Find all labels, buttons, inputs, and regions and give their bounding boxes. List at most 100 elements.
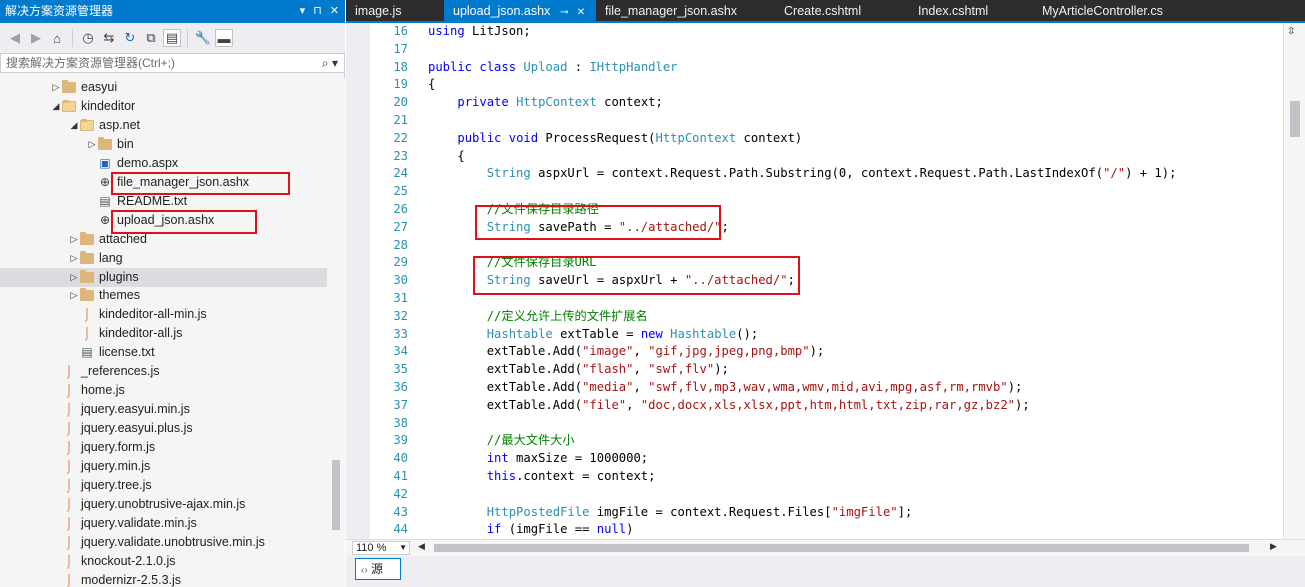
tree-item[interactable]: ▤ license.txt	[68, 343, 154, 362]
horizontal-scrollbar-thumb[interactable]	[434, 544, 1249, 552]
js-file-icon: ⌡	[65, 534, 73, 549]
tree-item[interactable]: ⌡ kindeditor-all-min.js	[68, 305, 206, 324]
scrollbar-thumb[interactable]	[332, 460, 340, 530]
forward-icon[interactable]: ▶	[27, 29, 45, 47]
refresh-icon[interactable]: ↻	[121, 29, 139, 47]
code-line[interactable]: public void ProcessRequest(HttpContext c…	[428, 130, 1283, 148]
scroll-left-icon[interactable]: ◀	[418, 541, 425, 552]
tree-item[interactable]: ⌡ modernizr-2.5.3.js	[50, 571, 181, 587]
tab-index-cshtml[interactable]: Index.cshtml	[878, 0, 998, 23]
tree-scrollbar[interactable]	[327, 78, 345, 587]
tree-item[interactable]: ⌡ jquery.easyui.plus.js	[50, 419, 192, 438]
tree-item-label: knockout-2.1.0.js	[81, 553, 176, 568]
code-line[interactable]	[428, 415, 1283, 433]
tree-item[interactable]: ⌡ jquery.unobtrusive-ajax.min.js	[50, 495, 245, 514]
expand-arrow-icon[interactable]: ▷	[50, 78, 62, 97]
tab-label: upload_json.ashx	[453, 4, 551, 18]
tree-item[interactable]: ⌡ kindeditor-all.js	[68, 324, 182, 343]
show-all-files-icon[interactable]: ▤	[163, 29, 181, 47]
tab-label: MyArticleController.cs	[1042, 4, 1163, 18]
code-line[interactable]: using LitJson;	[428, 23, 1283, 41]
tree-item[interactable]: ⌡ jquery.tree.js	[50, 476, 151, 495]
expand-arrow-icon[interactable]: ▷	[68, 286, 80, 305]
code-line[interactable]: public class Upload : IHttpHandler	[428, 59, 1283, 77]
code-line[interactable]: {	[428, 76, 1283, 94]
split-icon[interactable]: ⇳	[1287, 26, 1295, 37]
tree-item[interactable]: ⌡ jquery.form.js	[50, 438, 155, 457]
code-line[interactable]: if (imgFile == null)	[428, 521, 1283, 539]
preview-icon[interactable]: ▬	[215, 29, 233, 47]
close-tab-icon[interactable]: ✕	[577, 7, 585, 18]
tree-item[interactable]: ▣ demo.aspx	[86, 154, 178, 173]
code-line[interactable]	[428, 486, 1283, 504]
code-line[interactable]: extTable.Add("image", "gif,jpg,jpeg,png,…	[428, 343, 1283, 361]
code-line[interactable]	[428, 41, 1283, 59]
tree-item[interactable]: ▷ lang	[68, 249, 123, 268]
code-line[interactable]: extTable.Add("flash", "swf,flv");	[428, 361, 1283, 379]
tree-item[interactable]: ⌡ knockout-2.1.0.js	[50, 552, 176, 571]
tree-item[interactable]: ▷ bin	[86, 135, 134, 154]
tree-item[interactable]: ⌡ _references.js	[50, 362, 159, 381]
code-line[interactable]: private HttpContext context;	[428, 94, 1283, 112]
tree-item[interactable]: ⌡ jquery.validate.unobtrusive.min.js	[50, 533, 265, 552]
expand-arrow-icon[interactable]: ▷	[68, 249, 80, 268]
tree-item-label: home.js	[81, 383, 125, 398]
close-icon[interactable]: ✕	[330, 0, 339, 23]
code-line[interactable]: extTable.Add("media", "swf,flv,mp3,wav,w…	[428, 379, 1283, 397]
tab-image-js[interactable]: image.js	[346, 0, 444, 23]
expand-arrow-icon[interactable]: ▷	[68, 268, 80, 287]
tab-myarticlecontroller-cs[interactable]: MyArticleController.cs	[998, 0, 1180, 23]
tree-item[interactable]: ⌡ jquery.validate.min.js	[50, 514, 196, 533]
code-line[interactable]: String aspxUrl = context.Request.Path.Su…	[428, 165, 1283, 183]
scroll-right-icon[interactable]: ▶	[1270, 541, 1277, 552]
tree-item[interactable]: ◢ kindeditor	[50, 97, 136, 116]
search-icon[interactable]: ⌕ ▾	[322, 54, 338, 72]
tree-item[interactable]: ▷ themes	[68, 286, 140, 305]
js-file-icon: ⌡	[65, 496, 73, 511]
tree-item[interactable]: ⌡ jquery.easyui.min.js	[50, 400, 189, 419]
editor-scrollbar[interactable]: ⇳	[1283, 23, 1305, 539]
code-line[interactable]: this.context = context;	[428, 468, 1283, 486]
pin-tab-icon[interactable]: ⊸	[560, 7, 568, 18]
dropdown-icon[interactable]: ▾	[300, 0, 306, 23]
code-line[interactable]: //最大文件大小	[428, 432, 1283, 450]
tree-item-label: kindeditor-all.js	[99, 326, 183, 341]
tree-item[interactable]: ⌡ jquery.min.js	[50, 457, 150, 476]
code-line[interactable]: HttpPostedFile imgFile = context.Request…	[428, 504, 1283, 522]
line-number: 30	[393, 273, 408, 288]
code-line[interactable]: Hashtable extTable = new Hashtable();	[428, 326, 1283, 344]
solution-explorer-toolbar: ◀ ▶ ⌂ ◷ ⇆ ↻ ⧉ ▤ 🔧 ▬	[0, 23, 345, 53]
expand-arrow-icon[interactable]: ▷	[68, 230, 80, 249]
tree-item[interactable]: ◢ asp.net	[68, 116, 140, 135]
tree-item[interactable]: ▷ easyui	[50, 78, 117, 97]
collapse-arrow-icon[interactable]: ◢	[68, 116, 80, 135]
solution-search-input[interactable]: 搜索解决方案资源管理器(Ctrl+;) ⌕ ▾	[0, 53, 345, 73]
js-file-icon: ⌡	[65, 572, 73, 587]
text-file-icon: ▤	[99, 193, 111, 208]
home-icon[interactable]: ⌂	[48, 29, 66, 47]
code-line[interactable]: extTable.Add("file", "doc,docx,xls,xlsx,…	[428, 397, 1283, 415]
line-number: 24	[393, 166, 408, 181]
code-line[interactable]: {	[428, 148, 1283, 166]
tree-item[interactable]: ⌡ home.js	[50, 381, 125, 400]
tab-file-manager-json-ashx[interactable]: file_manager_json.ashx	[596, 0, 744, 23]
line-number: 33	[393, 326, 408, 341]
back-icon[interactable]: ◀	[6, 29, 24, 47]
collapse-arrow-icon[interactable]: ◢	[50, 97, 62, 116]
zoom-select[interactable]: 110 % ▼	[352, 541, 410, 555]
tab-create-cshtml[interactable]: Create.cshtml	[744, 0, 882, 23]
pin-icon[interactable]: ⊓	[313, 0, 322, 23]
code-line[interactable]	[428, 183, 1283, 201]
code-line[interactable]	[428, 112, 1283, 130]
properties-icon[interactable]: 🔧	[194, 29, 212, 47]
source-view-button[interactable]: ‹› 源	[355, 558, 401, 580]
tree-item[interactable]: ▷ plugins	[0, 267, 327, 287]
code-line[interactable]: //定义允许上传的文件扩展名	[428, 308, 1283, 326]
scrollbar-thumb[interactable]	[1290, 101, 1300, 137]
expand-arrow-icon[interactable]: ▷	[86, 135, 98, 154]
code-line[interactable]: int maxSize = 1000000;	[428, 450, 1283, 468]
sync-icon[interactable]: ⇆	[100, 29, 118, 47]
tab-upload-json-ashx[interactable]: upload_json.ashx ⊸ ✕	[444, 0, 596, 23]
history-icon[interactable]: ◷	[79, 29, 97, 47]
collapse-all-icon[interactable]: ⧉	[142, 29, 160, 47]
